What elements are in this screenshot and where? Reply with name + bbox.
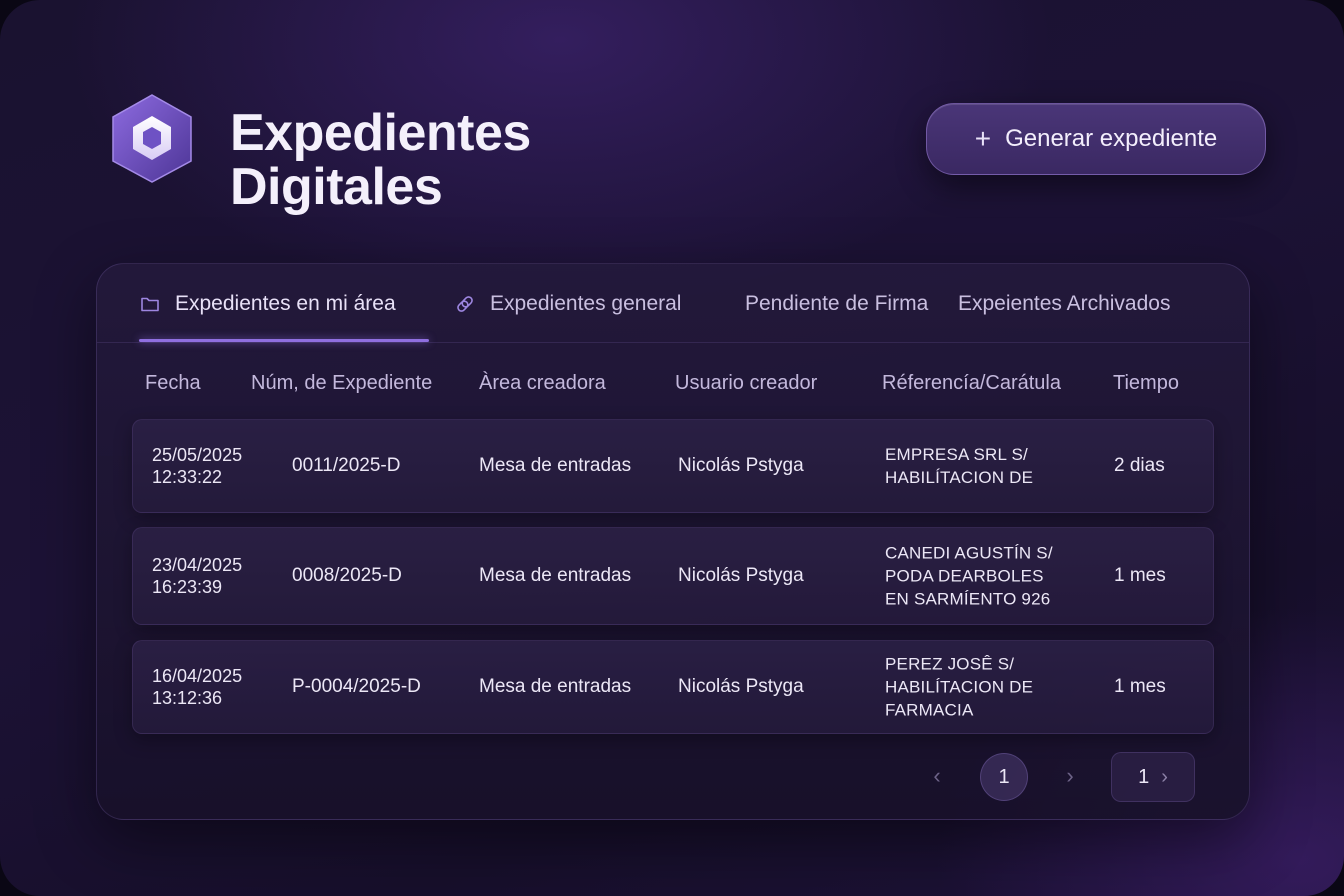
- row-tiempo: 1 mes: [1114, 676, 1166, 697]
- table-row[interactable]: 25/05/2025 12:33:22 0011/2025-D Mesa de …: [132, 419, 1214, 513]
- column-header-fecha[interactable]: Fecha: [145, 372, 201, 395]
- link-icon: [457, 296, 473, 312]
- tab-expedientes-general[interactable]: Expedientes general: [454, 292, 681, 316]
- column-header-usuario[interactable]: Usuario creador: [675, 372, 817, 395]
- page-title-line1: Expedientes: [230, 104, 531, 162]
- expedientes-panel: Expedientes en mi área Expedientes gener…: [96, 263, 1250, 820]
- row-date: 16/04/2025: [152, 666, 243, 686]
- row-referencia-line: FARMACIA: [885, 700, 974, 720]
- row-numero: 0011/2025-D: [292, 455, 401, 476]
- tab-pendiente-de-firma[interactable]: Pendiente de Firma: [745, 292, 928, 316]
- folder-icon: [141, 297, 159, 312]
- row-referencia-line: PODA DEARBOLES: [885, 566, 1044, 586]
- row-tiempo: 2 dias: [1114, 455, 1165, 476]
- tab-label: Expedientes general: [490, 292, 682, 315]
- row-usuario: Nicolás Pstyga: [678, 455, 804, 476]
- row-fecha: 16/04/2025 13:12:36: [152, 665, 242, 709]
- row-usuario: Nicolás Pstyga: [678, 676, 804, 697]
- row-fecha: 25/05/2025 12:33:22: [152, 444, 242, 488]
- generate-expediente-button[interactable]: + Generar expediente: [926, 103, 1266, 175]
- page-title: Expedientes Digitales: [230, 106, 531, 214]
- row-date: 23/04/2025: [152, 555, 243, 575]
- active-tab-indicator: [139, 339, 429, 342]
- row-fecha: 23/04/2025 16:23:39: [152, 554, 242, 598]
- row-area: Mesa de entradas: [479, 455, 632, 476]
- row-time: 12:33:22: [152, 467, 223, 487]
- app-window: Expedientes Digitales + Generar expedien…: [0, 0, 1344, 896]
- chevron-right-icon: ›: [1161, 765, 1168, 788]
- tab-label: Expedientes en mi área: [175, 292, 396, 315]
- row-referencia-line: HABILÍTACION DE: [885, 468, 1034, 487]
- generate-expediente-label: Generar expediente: [1005, 125, 1218, 152]
- row-date: 25/05/2025: [152, 445, 243, 465]
- row-referencia: EMPRESA SRL S/ HABILÍTACION DE: [885, 443, 1033, 489]
- table-row[interactable]: 16/04/2025 13:12:36 P-0004/2025-D Mesa d…: [132, 640, 1214, 734]
- tab-expedientes-en-mi-area[interactable]: Expedientes en mi área: [139, 292, 396, 316]
- page-title-line2: Digitales: [230, 158, 443, 216]
- column-header-numero[interactable]: Núm, de Expediente: [251, 372, 432, 395]
- chevron-right-icon[interactable]: ›: [1058, 764, 1082, 788]
- tab-expedientes-archivados[interactable]: Expeientes Archivados: [958, 292, 1170, 316]
- row-area: Mesa de entradas: [479, 565, 632, 586]
- row-usuario: Nicolás Pstyga: [678, 565, 804, 586]
- pagination-page-button[interactable]: 1: [980, 753, 1028, 801]
- tab-label: Pendiente de Firma: [745, 292, 929, 315]
- page-select[interactable]: 1 ›: [1111, 752, 1195, 802]
- tab-bar: Expedientes en mi área Expedientes gener…: [97, 264, 1249, 343]
- row-referencia: PEREZ JOSÊ S/ HABILÍTACION DE FARMACIA: [885, 653, 1033, 722]
- tab-label: Expeientes Archivados: [958, 292, 1171, 315]
- row-numero: P-0004/2025-D: [292, 676, 421, 697]
- row-referencia-line: HABILÍTACION DE: [885, 677, 1034, 697]
- row-referencia-line: PEREZ JOSÊ S/: [885, 654, 1015, 674]
- row-time: 16:23:39: [152, 577, 223, 597]
- chevron-left-icon[interactable]: ‹: [925, 764, 949, 788]
- row-tiempo: 1 mes: [1114, 565, 1166, 586]
- plus-icon: +: [974, 123, 992, 154]
- row-referencia-line: EN SARMÍENTO 926: [885, 589, 1051, 609]
- column-header-tiempo[interactable]: Tiempo: [1113, 372, 1179, 395]
- row-numero: 0008/2025-D: [292, 565, 402, 586]
- row-time: 13:12:36: [152, 688, 223, 708]
- column-header-area[interactable]: Àrea creadora: [479, 372, 606, 395]
- logo-hexagon-icon: [112, 94, 192, 183]
- row-area: Mesa de entradas: [479, 676, 632, 697]
- column-header-referencia[interactable]: Réferencía/Carátula: [882, 372, 1061, 395]
- row-referencia: CANEDI AGUSTÍN S/ PODA DEARBOLES EN SARM…: [885, 542, 1053, 611]
- page-select-value: 1: [1138, 765, 1150, 788]
- table-row[interactable]: 23/04/2025 16:23:39 0008/2025-D Mesa de …: [132, 527, 1214, 625]
- row-referencia-line: CANEDI AGUSTÍN S/: [885, 543, 1053, 563]
- row-referencia-line: EMPRESA SRL S/: [885, 445, 1028, 464]
